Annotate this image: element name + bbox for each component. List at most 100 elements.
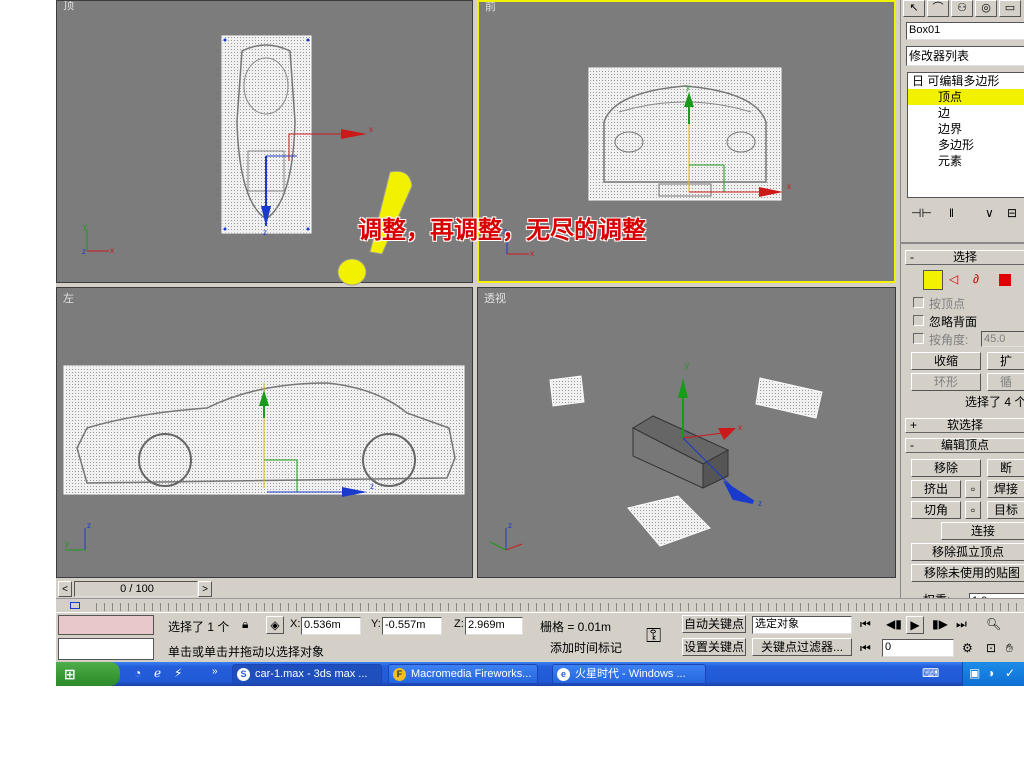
edge-level-icon[interactable]: ◁	[949, 272, 958, 286]
viewport-perspective[interactable]: 透视 y x z z	[477, 287, 896, 578]
z-coordinate-field[interactable]: 2.969m	[465, 617, 523, 635]
vertex-level-icon[interactable]	[923, 270, 943, 290]
break-button[interactable]: 断	[987, 459, 1024, 477]
viewport-left[interactable]: 左 z zy	[56, 287, 473, 578]
stack-item-border[interactable]: 边界	[908, 121, 1024, 137]
play-icon[interactable]: ▶	[906, 616, 924, 634]
taskbar-button-fireworks[interactable]: F Macromedia Fireworks...	[388, 664, 538, 684]
stack-item-element[interactable]: 元素	[908, 153, 1024, 169]
taskbar-button-3dsmax[interactable]: Scar-1.max - 3ds max ...	[232, 664, 382, 684]
extrude-settings-button[interactable]: ▫	[965, 480, 981, 498]
by-vertex-checkbox[interactable]	[913, 297, 924, 308]
polygon-level-icon[interactable]	[999, 274, 1011, 286]
show-desktop-icon[interactable]: ⚡︎	[174, 666, 182, 680]
chamfer-button[interactable]: 切角	[911, 501, 961, 519]
annotation-caption: 调整，再调整，无尽的调整	[358, 216, 646, 244]
remove-unused-map-button[interactable]: 移除未使用的贴图	[911, 564, 1024, 582]
absolute-mode-icon[interactable]: ◈	[266, 616, 284, 634]
modifier-list-dropdown[interactable]: 修改器列表	[906, 46, 1024, 66]
stack-item-vertex[interactable]: 顶点	[908, 89, 1024, 105]
key-filters-button[interactable]: 关键点过滤器...	[752, 638, 852, 656]
ie-icon: e	[557, 668, 570, 681]
by-angle-label: 按角度:	[929, 333, 969, 347]
ring-button[interactable]: 环形	[911, 373, 981, 391]
by-angle-checkbox[interactable]	[913, 333, 924, 344]
weld-button[interactable]: 焊接	[987, 480, 1024, 498]
border-level-icon[interactable]: ∂	[973, 272, 979, 286]
display-tab-icon[interactable]: ▭	[999, 0, 1021, 17]
stack-item-editable-poly[interactable]: 日 可编辑多边形	[908, 73, 1024, 89]
object-name-field[interactable]: Box01	[906, 22, 1024, 40]
fireworks-icon: F	[393, 668, 406, 681]
chamfer-settings-button[interactable]: ▫	[965, 501, 981, 519]
pan-icon[interactable]: ✋︎	[1006, 641, 1013, 656]
by-vertex-label: 按顶点	[929, 297, 966, 311]
svg-text:z: z	[508, 521, 512, 530]
grid-size: 栅格 = 0.01m	[540, 620, 612, 634]
perspective-view-scene: y x z z	[489, 361, 823, 551]
start-button[interactable]: ⊞	[56, 662, 120, 686]
grow-button[interactable]: 扩	[987, 352, 1024, 370]
quick-launch-expand-icon[interactable]: »	[212, 666, 218, 677]
remove-button[interactable]: 移除	[911, 459, 981, 477]
maxscript-listener-bottom[interactable]	[58, 638, 154, 660]
network-icon[interactable]: ▣	[969, 666, 980, 680]
prev-frame-button[interactable]: <	[58, 581, 72, 597]
shrink-button[interactable]: 收缩	[911, 352, 981, 370]
motion-tab-icon[interactable]: ◎	[975, 0, 997, 17]
stack-item-polygon[interactable]: 多边形	[908, 137, 1024, 153]
x-coordinate-field[interactable]: 0.536m	[301, 617, 361, 635]
connect-button[interactable]: 连接	[941, 522, 1024, 540]
lock-selection-icon[interactable]: 🔒︎	[242, 617, 248, 632]
ie-quick-launch-icon[interactable]: ℯ	[154, 666, 161, 680]
loop-button[interactable]: 循	[987, 373, 1024, 391]
track-bar-key-icon[interactable]	[70, 602, 80, 609]
auto-key-button[interactable]: 自动关键点	[682, 615, 746, 633]
quick-launch-icon[interactable]: ◔	[134, 666, 141, 680]
key-mode-toggle-icon[interactable]: ⏮	[860, 641, 871, 656]
go-to-end-icon[interactable]: ⏭	[956, 617, 967, 632]
zoom-icon[interactable]: 🔍︎	[986, 617, 1001, 631]
prev-key-icon[interactable]: ◀▮	[886, 617, 902, 631]
keyboard-icon[interactable]: ⌨	[922, 666, 939, 680]
pin-stack-icon[interactable]: ⊣⊢	[911, 206, 932, 220]
angle-spinner[interactable]: 45.0	[981, 331, 1024, 347]
ignore-backface-checkbox[interactable]	[913, 315, 924, 326]
key-icon[interactable]: ⚿	[646, 625, 661, 648]
create-tab-icon[interactable]: ↖	[903, 0, 925, 17]
show-end-result-icon[interactable]: ‖	[949, 206, 954, 220]
go-to-start-icon[interactable]: ⏮	[860, 617, 871, 632]
time-slider-thumb[interactable]: 0 / 100	[74, 581, 198, 597]
set-key-button[interactable]: 设置关键点	[682, 638, 746, 656]
divider	[901, 242, 1024, 244]
key-mode-dropdown[interactable]: 选定对象	[752, 616, 852, 634]
hierarchy-tab-icon[interactable]: ⚇	[951, 0, 973, 17]
next-frame-button[interactable]: >	[198, 581, 212, 597]
current-frame-field[interactable]: 0	[882, 639, 954, 657]
edit-vertices-rollout-header[interactable]: - 编辑顶点	[905, 438, 1024, 453]
maxscript-listener-top[interactable]	[58, 615, 154, 635]
make-unique-icon[interactable]: ∨	[985, 206, 994, 220]
viewports-area: 顶 x z y x z 前 x y z x 左 z z y 透视 y x z z…	[56, 0, 900, 581]
time-config-icon[interactable]: ⚙	[962, 641, 973, 655]
track-bar[interactable]	[56, 598, 1024, 612]
taskbar-button-ie[interactable]: e 火星时代 - Windows ...	[552, 664, 706, 684]
modify-tab-icon[interactable]: ⌒	[927, 0, 949, 17]
stack-item-edge[interactable]: 边	[908, 105, 1024, 121]
extrude-button[interactable]: 挤出	[911, 480, 961, 498]
remove-isolated-button[interactable]: 移除孤立顶点	[911, 543, 1024, 561]
soft-selection-rollout-header[interactable]: + 软选择	[905, 418, 1024, 433]
y-coordinate-field[interactable]: -0.557m	[382, 617, 442, 635]
left-view-scene: z z y	[63, 365, 465, 551]
svg-text:y: y	[685, 361, 689, 370]
svg-text:y: y	[686, 83, 690, 92]
add-time-tag-button[interactable]: 添加时间标记	[538, 640, 634, 658]
volume-icon[interactable]: ◑	[987, 666, 994, 680]
target-weld-button[interactable]: 目标	[987, 501, 1024, 519]
zoom-extents-icon[interactable]: ⊡	[986, 641, 996, 655]
tray-app-icon[interactable]: ✓	[1005, 666, 1015, 680]
next-key-icon[interactable]: ▮▶	[932, 617, 948, 631]
svg-text:x: x	[110, 246, 114, 255]
remove-modifier-icon[interactable]: ⊟	[1007, 206, 1017, 220]
selection-rollout-header[interactable]: - 选择	[905, 250, 1024, 265]
